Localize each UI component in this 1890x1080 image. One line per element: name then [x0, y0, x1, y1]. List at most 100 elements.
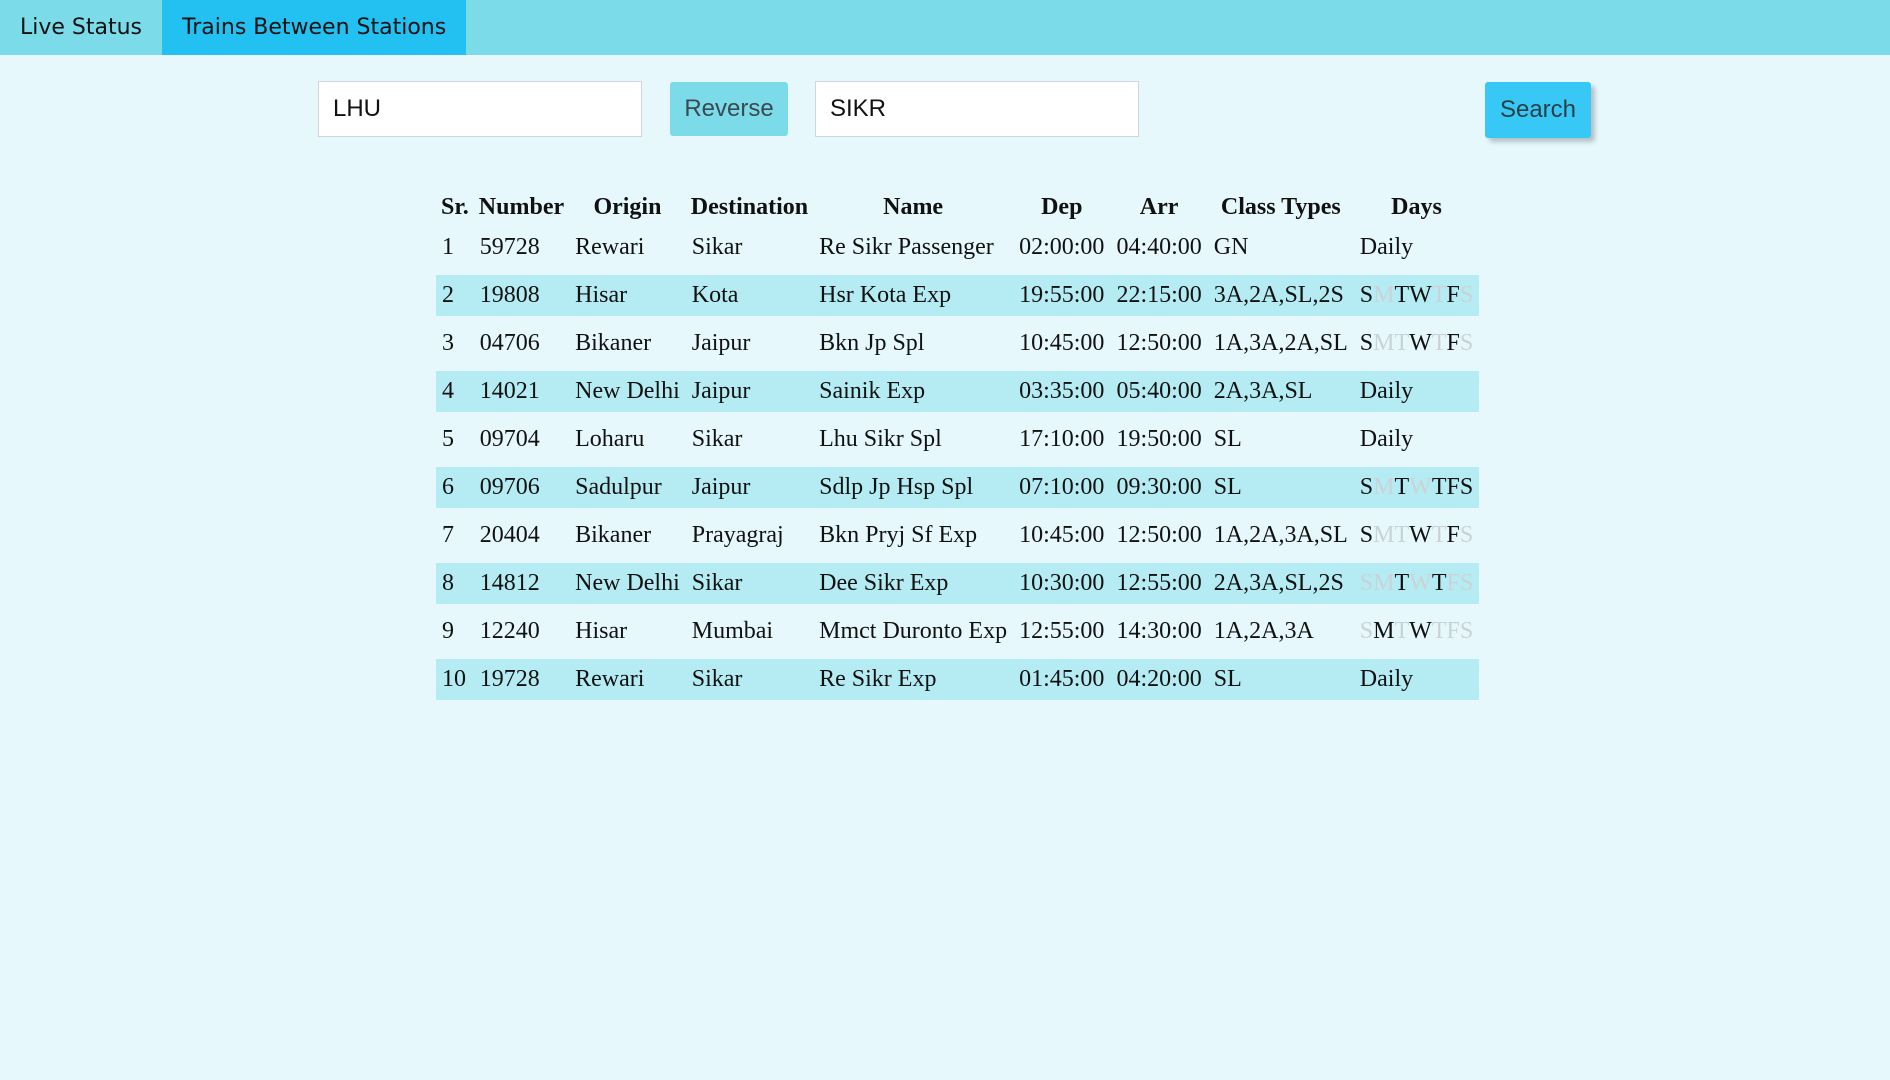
tab-live-status[interactable]: Live Status: [0, 0, 162, 55]
cell-number: 12240: [479, 618, 540, 644]
day-letter: M: [1373, 474, 1395, 500]
cell-dep: 19:55:00: [1013, 271, 1111, 320]
header-dep: Dep: [1041, 193, 1083, 220]
day-letter: M: [1373, 522, 1395, 548]
tab-bar: Live Status Trains Between Stations: [0, 0, 1890, 55]
cell-destination: Jaipur: [685, 367, 814, 416]
cell-classes: 1A,2A,3A: [1213, 618, 1314, 644]
day-letter: F: [1446, 570, 1460, 596]
day-letter: S: [1359, 330, 1374, 356]
header-class-types: Class Types: [1220, 193, 1341, 220]
cell-sr: 6: [436, 463, 474, 512]
day-letter: T: [1431, 570, 1447, 596]
cell-days: Daily: [1359, 234, 1414, 260]
cell-sr: 5: [442, 426, 454, 452]
day-letter: T: [1431, 618, 1447, 644]
day-letter: S: [1359, 570, 1374, 596]
cell-days: Daily: [1359, 426, 1414, 452]
reverse-button[interactable]: Reverse: [670, 82, 788, 136]
cell-classes: 1A,2A,3A,SL: [1213, 522, 1348, 548]
to-station-input[interactable]: [815, 81, 1139, 137]
day-letter: S: [1459, 522, 1474, 548]
cell-days: SMTWTFS: [1353, 271, 1480, 320]
cell-dep: 03:35:00: [1013, 367, 1111, 416]
day-letter: M: [1373, 570, 1395, 596]
cell-number: 19728: [473, 655, 570, 704]
cell-dep: 01:45:00: [1013, 655, 1111, 704]
cell-name: Sainik Exp: [813, 367, 1014, 416]
tab-trains-between-stations[interactable]: Trains Between Stations: [162, 0, 467, 55]
cell-origin: Rewari: [575, 234, 645, 260]
cell-classes: 2A,3A,SL: [1207, 367, 1354, 416]
header-origin: Origin: [593, 193, 662, 220]
table-row[interactable]: 9 12240 Hisar Mumbai Mmct Duronto Exp 12:55:0…: [436, 608, 1479, 656]
day-letter: S: [1459, 618, 1474, 644]
cell-number: 09704: [479, 426, 540, 452]
cell-dep: 07:10:00: [1013, 463, 1111, 512]
cell-days: SMTWTFS: [1353, 463, 1480, 512]
cell-origin: Bikaner: [575, 522, 652, 548]
cell-arr: 22:15:00: [1110, 271, 1208, 320]
day-letter: W: [1409, 618, 1432, 644]
cell-destination: Jaipur: [691, 330, 751, 356]
day-letter: W: [1409, 570, 1432, 596]
cell-sr: 4: [436, 367, 474, 416]
day-letter: W: [1409, 474, 1432, 500]
cell-dep: 10:45:00: [1019, 330, 1105, 356]
day-letter: F: [1446, 618, 1460, 644]
day-letter: T: [1394, 570, 1410, 596]
cell-sr: 8: [436, 559, 474, 608]
day-letter: T: [1431, 522, 1447, 548]
day-letter: T: [1394, 522, 1410, 548]
from-station-input[interactable]: [318, 81, 642, 137]
cell-arr: 12:50:00: [1116, 522, 1202, 548]
cell-arr: 12:50:00: [1116, 330, 1202, 356]
day-letter: S: [1359, 522, 1374, 548]
table-body: 1 59728 Rewari Sikar Re Sikr Passenger 02:00:…: [436, 227, 1480, 704]
day-letter: S: [1459, 570, 1474, 596]
cell-origin: Bikaner: [575, 330, 652, 356]
cell-origin: Hisar: [569, 271, 686, 320]
header-destination: Destination: [690, 193, 809, 220]
cell-name: Dee Sikr Exp: [813, 559, 1014, 608]
day-letter: S: [1459, 474, 1474, 500]
day-letter: S: [1459, 282, 1474, 308]
cell-name: Bkn Pryj Sf Exp: [819, 522, 978, 548]
cell-days: SMTWTFS: [1354, 320, 1479, 368]
table-row[interactable]: 6 09706 Sadulpur Jaipur Sdlp Jp Hsp Spl 07:10…: [436, 463, 1480, 512]
day-letter: T: [1431, 474, 1447, 500]
cell-arr: 05:40:00: [1110, 367, 1208, 416]
cell-destination: Mumbai: [691, 618, 774, 644]
day-letter: F: [1446, 474, 1460, 500]
day-letter: F: [1446, 330, 1460, 356]
table-row[interactable]: 7 20404 Bikaner Prayagraj Bkn Pryj Sf Exp 10:…: [436, 512, 1479, 560]
cell-origin: Rewari: [569, 655, 686, 704]
cell-classes: SL: [1207, 463, 1354, 512]
cell-dep: 10:45:00: [1019, 522, 1105, 548]
table-row[interactable]: 10 19728 Rewari Sikar Re Sikr Exp 01:45:00 04:…: [436, 655, 1480, 704]
day-letter: T: [1394, 474, 1410, 500]
cell-destination: Sikar: [685, 655, 814, 704]
cell-destination: Sikar: [691, 426, 743, 452]
cell-arr: 04:20:00: [1110, 655, 1208, 704]
table-row[interactable]: 3 04706 Bikaner Jaipur Bkn Jp Spl 10:45:00 12:…: [436, 320, 1479, 368]
results-table: Sr. Number Origin Destination Name Dep A…: [436, 187, 1480, 707]
cell-arr: 14:30:00: [1116, 618, 1202, 644]
day-letter: T: [1431, 330, 1447, 356]
search-button[interactable]: Search: [1485, 82, 1591, 138]
cell-number: 19808: [473, 271, 570, 320]
cell-number: 14021: [473, 367, 570, 416]
cell-sr: 10: [436, 655, 474, 704]
table-row[interactable]: 1 59728 Rewari Sikar Re Sikr Passenger 02:00:…: [436, 227, 1479, 272]
day-letter: M: [1373, 282, 1395, 308]
table-row[interactable]: 8 14812 New Delhi Sikar Dee Sikr Exp 10:30:00…: [436, 559, 1480, 608]
cell-name: Mmct Duronto Exp: [819, 618, 1008, 644]
cell-dep: 02:00:00: [1019, 234, 1105, 260]
table-row[interactable]: 4 14021 New Delhi Jaipur Sainik Exp 03:35:00 0…: [436, 367, 1480, 416]
table-row[interactable]: 2 19808 Hisar Kota Hsr Kota Exp 19:55:00 22:15…: [436, 271, 1480, 320]
table-row[interactable]: 5 09704 Loharu Sikar Lhu Sikr Spl 17:10:00 19:…: [436, 416, 1479, 464]
day-letter: W: [1409, 522, 1432, 548]
cell-destination: Kota: [685, 271, 814, 320]
cell-name: Re Sikr Passenger: [819, 234, 994, 260]
cell-name: Re Sikr Exp: [813, 655, 1014, 704]
